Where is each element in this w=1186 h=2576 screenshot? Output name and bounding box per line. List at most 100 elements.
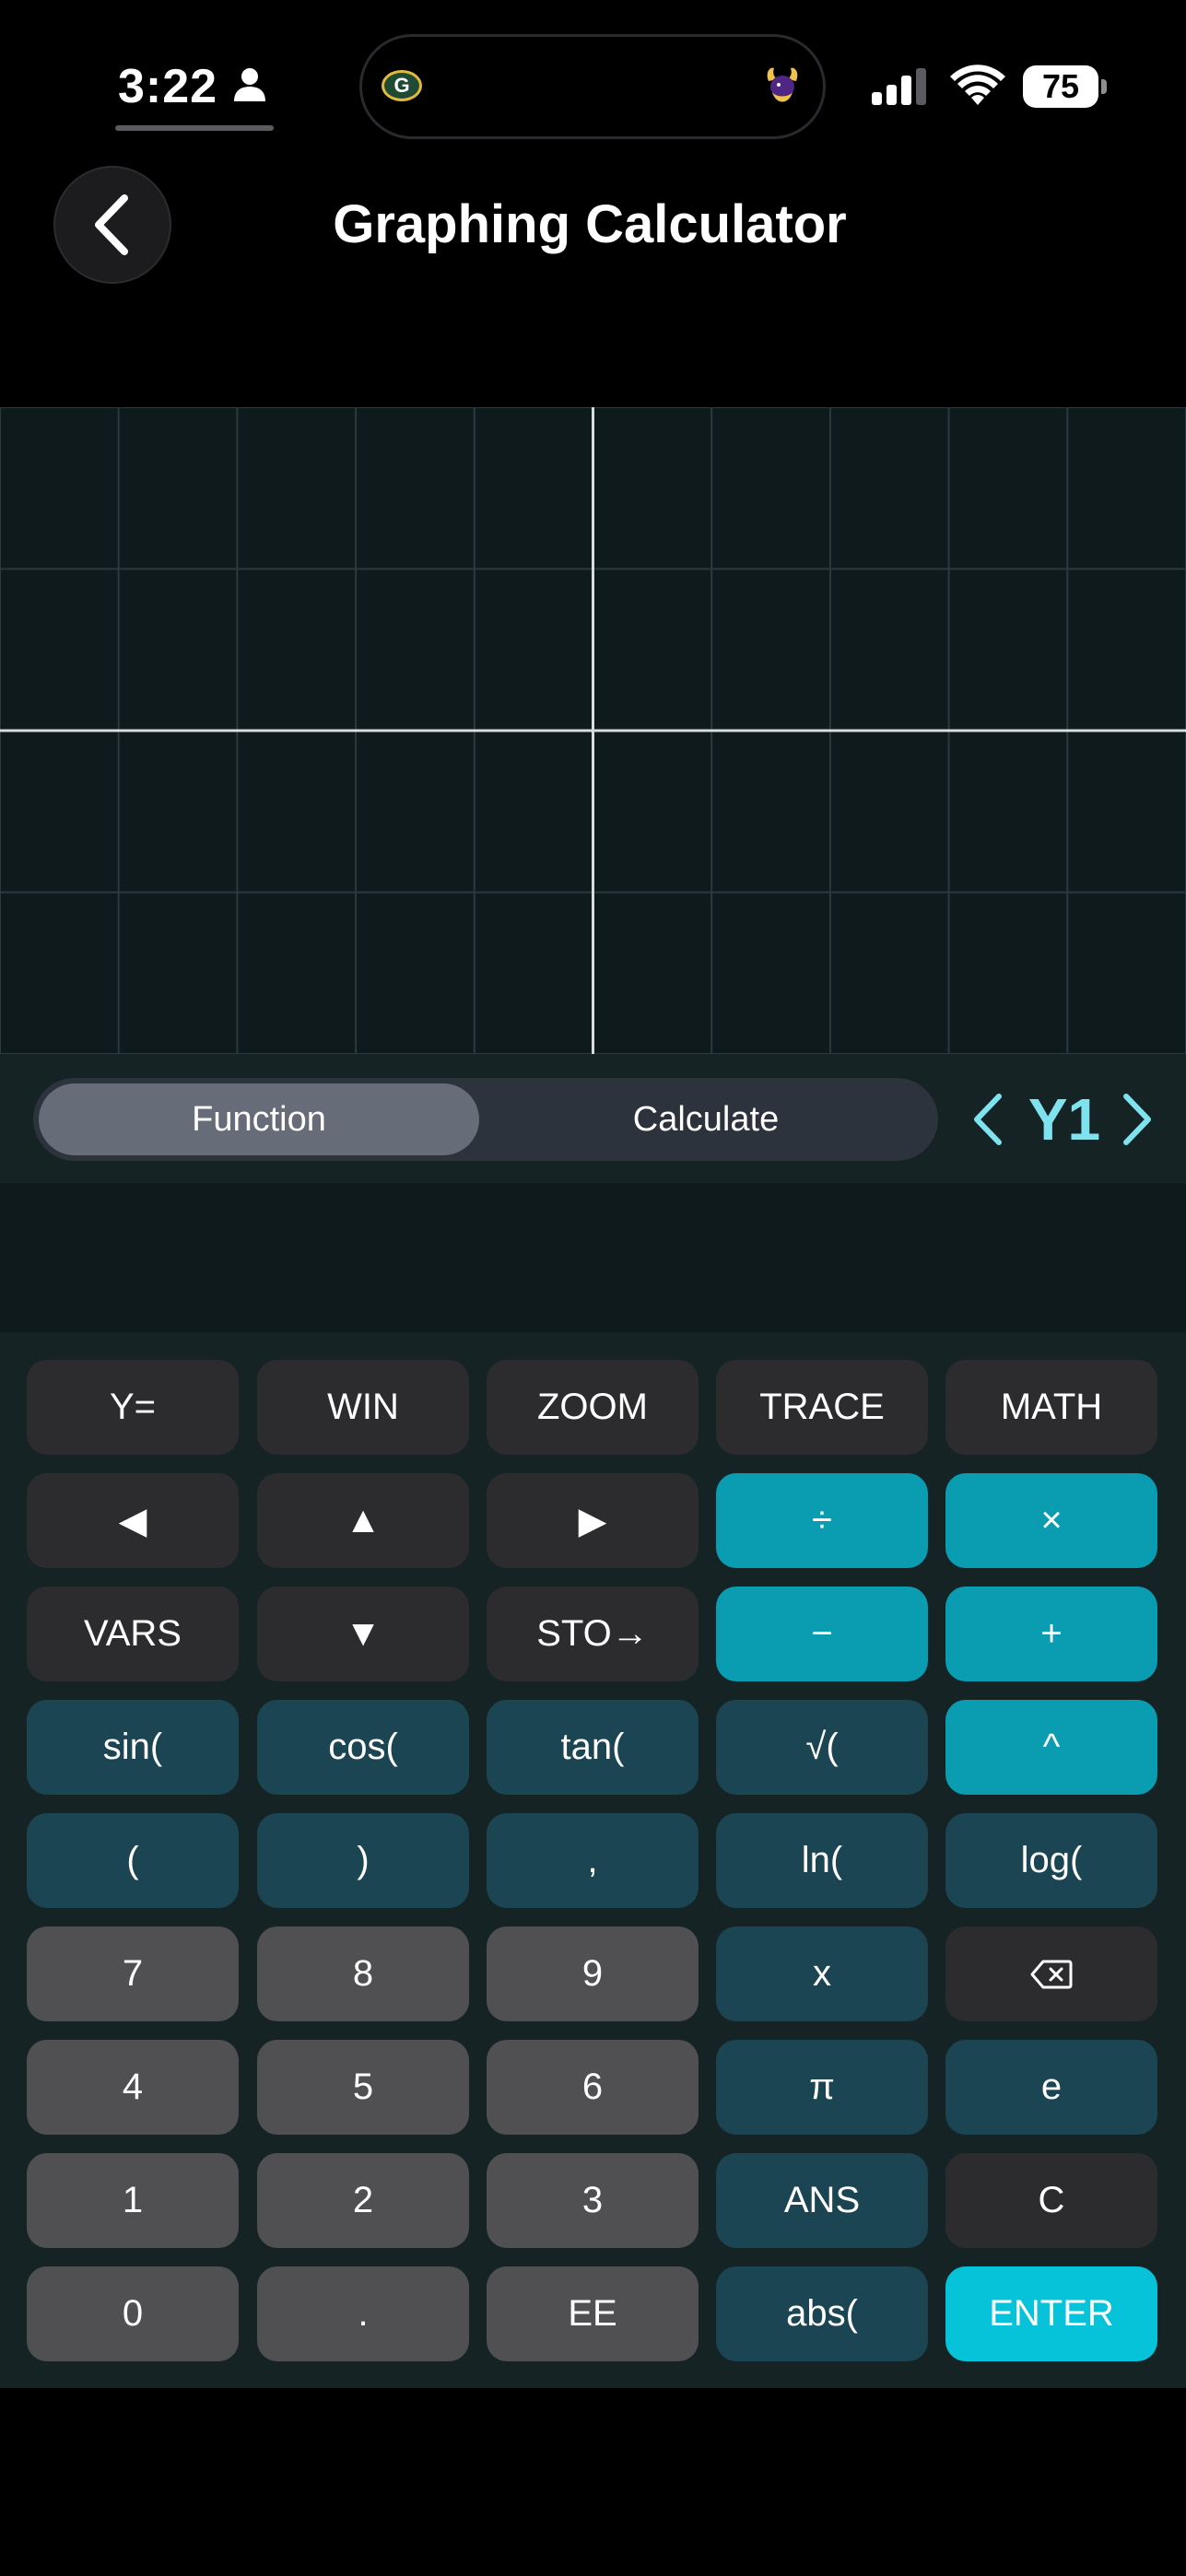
key-label: cos(	[328, 1727, 398, 1767]
key-euler-e[interactable]: e	[945, 2040, 1157, 2135]
key-label: 3	[581, 2180, 604, 2220]
key-sqrt[interactable]: √(	[716, 1700, 928, 1795]
key-sin[interactable]: sin(	[27, 1700, 239, 1795]
key-digit-6[interactable]: 6	[487, 2040, 699, 2135]
key-label: log(	[1020, 1840, 1083, 1880]
key-label: x	[813, 1953, 831, 1994]
key-label: (	[126, 1840, 139, 1880]
key-label: ZOOM	[537, 1387, 648, 1427]
key-y-equals[interactable]: Y=	[27, 1360, 239, 1455]
key-label: ▶	[578, 1500, 607, 1541]
key-pi[interactable]: π	[716, 2040, 928, 2135]
key-backspace[interactable]	[945, 1926, 1157, 2021]
battery-level: 75	[1023, 65, 1098, 108]
key-label: ANS	[783, 2180, 861, 2220]
key-label: 2	[352, 2180, 374, 2220]
key-label: 7	[122, 1953, 144, 1994]
key-cos[interactable]: cos(	[257, 1700, 469, 1795]
key-decimal-point[interactable]: .	[257, 2266, 469, 2361]
key-tan[interactable]: tan(	[487, 1700, 699, 1795]
key-label: tan(	[560, 1727, 625, 1767]
key-label: EE	[568, 2293, 617, 2334]
key-label: ▲	[345, 1500, 382, 1540]
key-label: ,	[587, 1840, 598, 1880]
tab-calculate[interactable]: Calculate	[522, 1083, 890, 1155]
back-button[interactable]	[53, 166, 171, 284]
key-digit-3[interactable]: 3	[487, 2153, 699, 2248]
key-multiply[interactable]: ×	[945, 1473, 1157, 1568]
key-open-paren[interactable]: (	[27, 1813, 239, 1908]
key-digit-8[interactable]: 8	[257, 1926, 469, 2021]
chevron-left-icon	[95, 194, 128, 255]
key-up-arrow[interactable]: ▲	[257, 1473, 469, 1568]
function-selector: Y1	[968, 1078, 1161, 1161]
chevron-left-icon[interactable]	[968, 1091, 1008, 1148]
key-variable-x[interactable]: x	[716, 1926, 928, 2021]
page-title: Graphing Calculator	[333, 194, 847, 254]
key-power[interactable]: ^	[945, 1700, 1157, 1795]
key-subtract[interactable]: −	[716, 1587, 928, 1681]
key-add[interactable]: +	[945, 1587, 1157, 1681]
key-digit-1[interactable]: 1	[27, 2153, 239, 2248]
key-down-arrow[interactable]: ▼	[257, 1587, 469, 1681]
key-math[interactable]: MATH	[945, 1360, 1157, 1455]
key-label: abs(	[786, 2293, 858, 2334]
key-log[interactable]: log(	[945, 1813, 1157, 1908]
key-label: VARS	[84, 1613, 182, 1654]
key-label: ◀	[118, 1500, 147, 1541]
status-time: 3:22	[118, 60, 218, 113]
key-label: −	[811, 1613, 833, 1654]
expression-display[interactable]	[0, 1183, 1186, 1332]
mode-bar: Function Calculate Y1	[0, 1054, 1186, 1183]
key-left-arrow[interactable]: ◀	[27, 1473, 239, 1568]
key-label: ×	[1040, 1500, 1063, 1540]
key-label: WIN	[327, 1387, 399, 1427]
key-store[interactable]: STO→	[487, 1587, 699, 1681]
key-label: Y=	[109, 1387, 157, 1427]
key-digit-2[interactable]: 2	[257, 2153, 469, 2248]
graph-canvas[interactable]	[0, 407, 1186, 1054]
key-abs[interactable]: abs(	[716, 2266, 928, 2361]
key-vars[interactable]: VARS	[27, 1587, 239, 1681]
key-zoom[interactable]: ZOOM	[487, 1360, 699, 1455]
key-digit-9[interactable]: 9	[487, 1926, 699, 2021]
key-answer[interactable]: ANS	[716, 2153, 928, 2248]
graph-grid	[0, 407, 1186, 1054]
key-digit-7[interactable]: 7	[27, 1926, 239, 2021]
key-trace[interactable]: TRACE	[716, 1360, 928, 1455]
key-ln[interactable]: ln(	[716, 1813, 928, 1908]
key-win[interactable]: WIN	[257, 1360, 469, 1455]
tab-function[interactable]: Function	[39, 1083, 479, 1155]
key-clear[interactable]: C	[945, 2153, 1157, 2248]
key-comma[interactable]: ,	[487, 1813, 699, 1908]
vikings-logo-icon	[767, 67, 798, 102]
key-label: e	[1040, 2067, 1063, 2107]
key-right-arrow[interactable]: ▶	[487, 1473, 699, 1568]
key-digit-4[interactable]: 4	[27, 2040, 239, 2135]
key-exponent-ee[interactable]: EE	[487, 2266, 699, 2361]
key-divide[interactable]: ÷	[716, 1473, 928, 1568]
key-label: C	[1038, 2180, 1065, 2220]
key-close-paren[interactable]: )	[257, 1813, 469, 1908]
key-label: 4	[122, 2067, 144, 2107]
cellular-signal-icon	[872, 68, 926, 105]
battery-tip	[1101, 79, 1107, 94]
key-digit-5[interactable]: 5	[257, 2040, 469, 2135]
key-label: sin(	[102, 1727, 163, 1767]
status-bar: 3:22 G 75	[0, 0, 1186, 157]
key-label: ENTER	[989, 2293, 1114, 2334]
key-enter[interactable]: ENTER	[945, 2266, 1157, 2361]
backspace-icon	[1030, 1960, 1073, 1988]
key-digit-0[interactable]: 0	[27, 2266, 239, 2361]
key-label: 6	[581, 2067, 604, 2107]
key-label: ^	[1042, 1727, 1061, 1767]
chevron-right-icon[interactable]	[1117, 1091, 1157, 1148]
dynamic-island	[359, 34, 826, 139]
key-label: ÷	[812, 1500, 832, 1540]
key-label: MATH	[1000, 1387, 1103, 1427]
key-label: TRACE	[759, 1387, 885, 1427]
key-label: 1	[122, 2180, 144, 2220]
time-underline	[115, 125, 274, 131]
key-label: 9	[581, 1953, 604, 1994]
mode-segmented-control: Function Calculate	[33, 1078, 938, 1161]
